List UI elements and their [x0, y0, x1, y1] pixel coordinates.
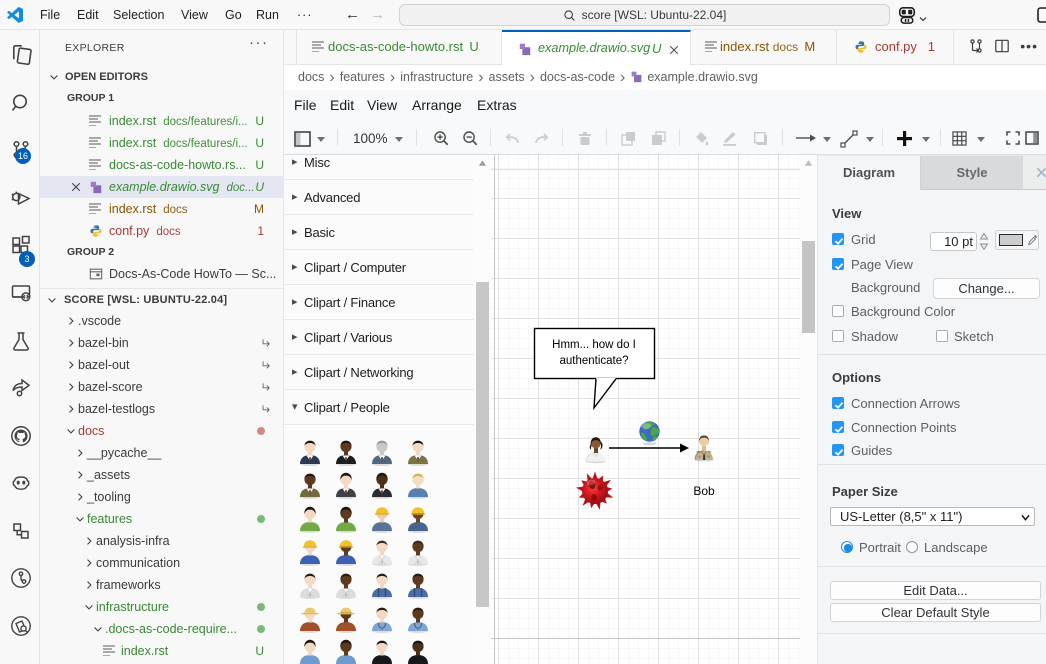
- svg-text:Hmm... how do I: Hmm... how do I: [552, 339, 636, 351]
- svg-text:Bob: Bob: [693, 484, 715, 498]
- svg-text:authenticate?: authenticate?: [559, 355, 628, 367]
